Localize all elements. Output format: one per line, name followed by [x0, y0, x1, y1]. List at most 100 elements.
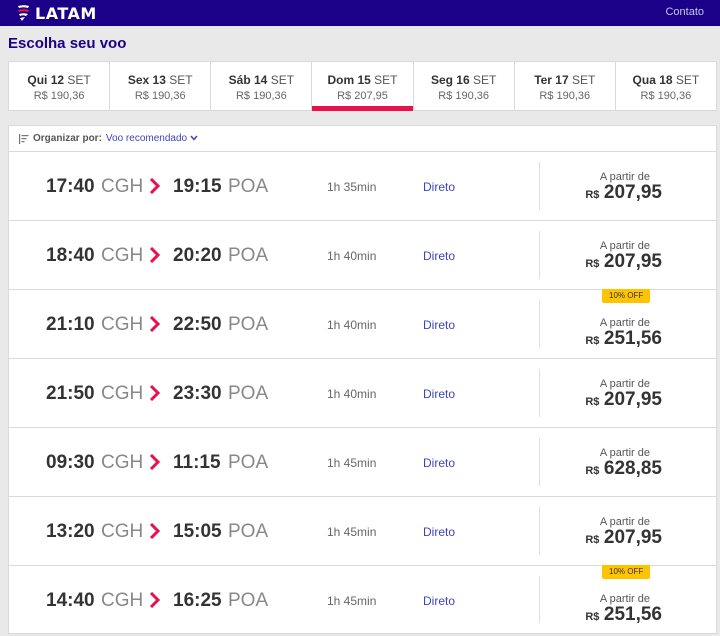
logo-text: LATAM: [35, 3, 97, 23]
date-tab-seg-16[interactable]: Seg 16 SET R$ 190,36: [414, 62, 515, 110]
chevron-down-icon: [190, 135, 198, 141]
sort-icon: [19, 133, 29, 144]
arrival-time: 15:05: [173, 521, 222, 542]
divider: [539, 369, 540, 417]
departure-airport: CGH: [101, 176, 144, 197]
currency-symbol: R$: [585, 534, 600, 546]
arrival-airport: POA: [228, 176, 269, 197]
price-amount: 207,95: [603, 389, 662, 410]
flight-duration: 1h 45min: [327, 594, 377, 608]
date-tab-day: Ter 17: [534, 73, 569, 87]
departure-time: 21:50: [46, 383, 95, 404]
fare-price[interactable]: R$ 251,56: [585, 604, 662, 626]
currency-symbol: R$: [585, 396, 600, 408]
stops-link[interactable]: Direto: [423, 456, 455, 470]
date-tab-sex-13[interactable]: Sex 13 SET R$ 190,36: [110, 62, 212, 110]
flight-duration: 1h 40min: [327, 387, 377, 401]
date-tab-day: Sáb 14: [228, 73, 268, 87]
flight-row[interactable]: 21:50 CGH 23:30 POA 1h 40min Direto A pa…: [8, 358, 717, 427]
arrival-airport: POA: [228, 590, 269, 611]
departure-time: 13:20: [46, 521, 95, 542]
date-tab-day: Dom 15: [327, 73, 371, 87]
arrival-airport: POA: [228, 452, 269, 473]
sort-label: Organizar por:: [33, 133, 102, 144]
departure-airport: CGH: [101, 521, 144, 542]
divider: [539, 300, 540, 348]
date-tab-month: SET: [572, 73, 596, 87]
stops-link[interactable]: Direto: [423, 594, 455, 608]
chevron-right-icon: [149, 385, 161, 401]
departure-airport: CGH: [101, 452, 144, 473]
departure-time: 17:40: [46, 176, 95, 197]
date-tab-month: SET: [675, 73, 700, 87]
flight-row[interactable]: 17:40 CGH 19:15 POA 1h 35min Direto A pa…: [8, 151, 717, 220]
arrival-airport: POA: [228, 245, 269, 266]
chevron-right-icon: [149, 178, 161, 194]
flight-row[interactable]: 10% OFF 21:10 CGH 22:50 POA 1h 40min Dir…: [8, 289, 717, 358]
arrival-time: 19:15: [173, 176, 222, 197]
arrival-time: 16:25: [173, 590, 222, 611]
date-tab-price: R$ 190,36: [640, 90, 692, 102]
date-tab-month: SET: [169, 73, 193, 87]
date-tab-qui-12[interactable]: Qui 12 SET R$ 190,36: [9, 62, 111, 110]
stops-link[interactable]: Direto: [423, 387, 455, 401]
divider: [539, 231, 540, 279]
departure-time: 14:40: [46, 590, 95, 611]
date-tab-day: Qua 18: [632, 73, 673, 87]
chevron-right-icon: [149, 592, 161, 608]
date-tab-sab-14[interactable]: Sáb 14 SET R$ 190,36: [211, 62, 313, 110]
date-tab-month: SET: [67, 73, 91, 87]
latam-logo[interactable]: LATAM: [16, 3, 97, 23]
fare-price[interactable]: R$ 207,95: [585, 389, 662, 411]
fare-price[interactable]: R$ 628,85: [585, 458, 662, 480]
date-tab-day: Qui 12: [27, 73, 65, 87]
price-amount: 628,85: [603, 458, 662, 479]
departure-airport: CGH: [101, 314, 144, 335]
departure-airport: CGH: [101, 245, 144, 266]
flight-row[interactable]: 18:40 CGH 20:20 POA 1h 40min Direto A pa…: [8, 220, 717, 289]
contact-link[interactable]: Contato: [665, 6, 704, 18]
departure-airport: CGH: [101, 383, 144, 404]
arrival-time: 20:20: [173, 245, 222, 266]
stops-link[interactable]: Direto: [423, 249, 455, 263]
flight-duration: 1h 40min: [327, 318, 377, 332]
arrival-airport: POA: [228, 314, 269, 335]
arrival-airport: POA: [228, 521, 269, 542]
stops-link[interactable]: Direto: [423, 180, 455, 194]
date-tab-ter-17[interactable]: Ter 17 SET R$ 190,36: [515, 62, 616, 110]
date-tab-price: R$ 190,36: [438, 90, 490, 102]
fare-price[interactable]: R$ 207,95: [585, 182, 662, 204]
date-tab-qua-18[interactable]: Qua 18 SET R$ 190,36: [616, 62, 716, 110]
departure-airport: CGH: [101, 590, 144, 611]
date-tab-month: SET: [472, 73, 497, 87]
divider: [539, 576, 540, 623]
departure-time: 21:10: [46, 314, 95, 335]
arrival-time: 23:30: [173, 383, 222, 404]
divider: [539, 507, 540, 555]
date-tab-day: Sex 13: [127, 73, 166, 87]
sort-dropdown[interactable]: Voo recomendado: [106, 133, 198, 144]
price-amount: 251,56: [603, 604, 662, 625]
stops-link[interactable]: Direto: [423, 525, 455, 539]
price-amount: 207,95: [603, 527, 662, 548]
date-tab-price: R$ 207,95: [337, 90, 388, 102]
fare-price[interactable]: R$ 207,95: [585, 527, 662, 549]
discount-badge: 10% OFF: [602, 289, 651, 303]
date-tabs: Qui 12 SET R$ 190,36 Sex 13 SET R$ 190,3…: [8, 61, 717, 111]
chevron-right-icon: [149, 247, 161, 263]
price-amount: 251,56: [603, 328, 662, 349]
fare-price[interactable]: R$ 251,56: [585, 328, 662, 350]
fare-price[interactable]: R$ 207,95: [585, 251, 662, 273]
departure-time: 09:30: [46, 452, 95, 473]
departure-time: 18:40: [46, 245, 95, 266]
date-tab-day: Seg 16: [430, 73, 470, 87]
flight-row[interactable]: 10% OFF 14:40 CGH 16:25 POA 1h 45min Dir…: [8, 565, 717, 634]
flight-row[interactable]: 09:30 CGH 11:15 POA 1h 45min Direto A pa…: [8, 427, 717, 496]
currency-symbol: R$: [585, 189, 600, 201]
stops-link[interactable]: Direto: [423, 318, 455, 332]
divider: [539, 438, 540, 486]
flight-row[interactable]: 13:20 CGH 15:05 POA 1h 45min Direto A pa…: [8, 496, 717, 565]
currency-symbol: R$: [585, 611, 600, 623]
date-tab-dom-15[interactable]: Dom 15 SET R$ 207,95: [312, 62, 414, 111]
currency-symbol: R$: [585, 465, 600, 477]
